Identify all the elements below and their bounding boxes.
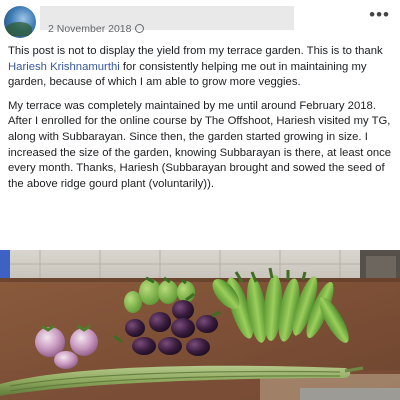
post-header: 2 November 2018 ••• bbox=[0, 0, 400, 42]
post-date[interactable]: 2 November 2018 bbox=[48, 23, 145, 33]
post-date-text[interactable]: 2 November 2018 bbox=[48, 23, 131, 33]
more-options-icon[interactable]: ••• bbox=[369, 6, 390, 23]
avatar[interactable] bbox=[4, 6, 36, 38]
paragraph-2: My terrace was completely maintained by … bbox=[8, 99, 392, 190]
mention-link[interactable]: Hariesh Krishnamurthi bbox=[8, 61, 120, 73]
paragraph-1-before: This post is not to display the yield fr… bbox=[8, 45, 383, 57]
post-text: This post is not to display the yield fr… bbox=[8, 44, 394, 200]
paragraph-1: This post is not to display the yield fr… bbox=[8, 44, 394, 91]
vegetable-photo[interactable] bbox=[0, 250, 400, 400]
globe-icon bbox=[135, 24, 145, 33]
